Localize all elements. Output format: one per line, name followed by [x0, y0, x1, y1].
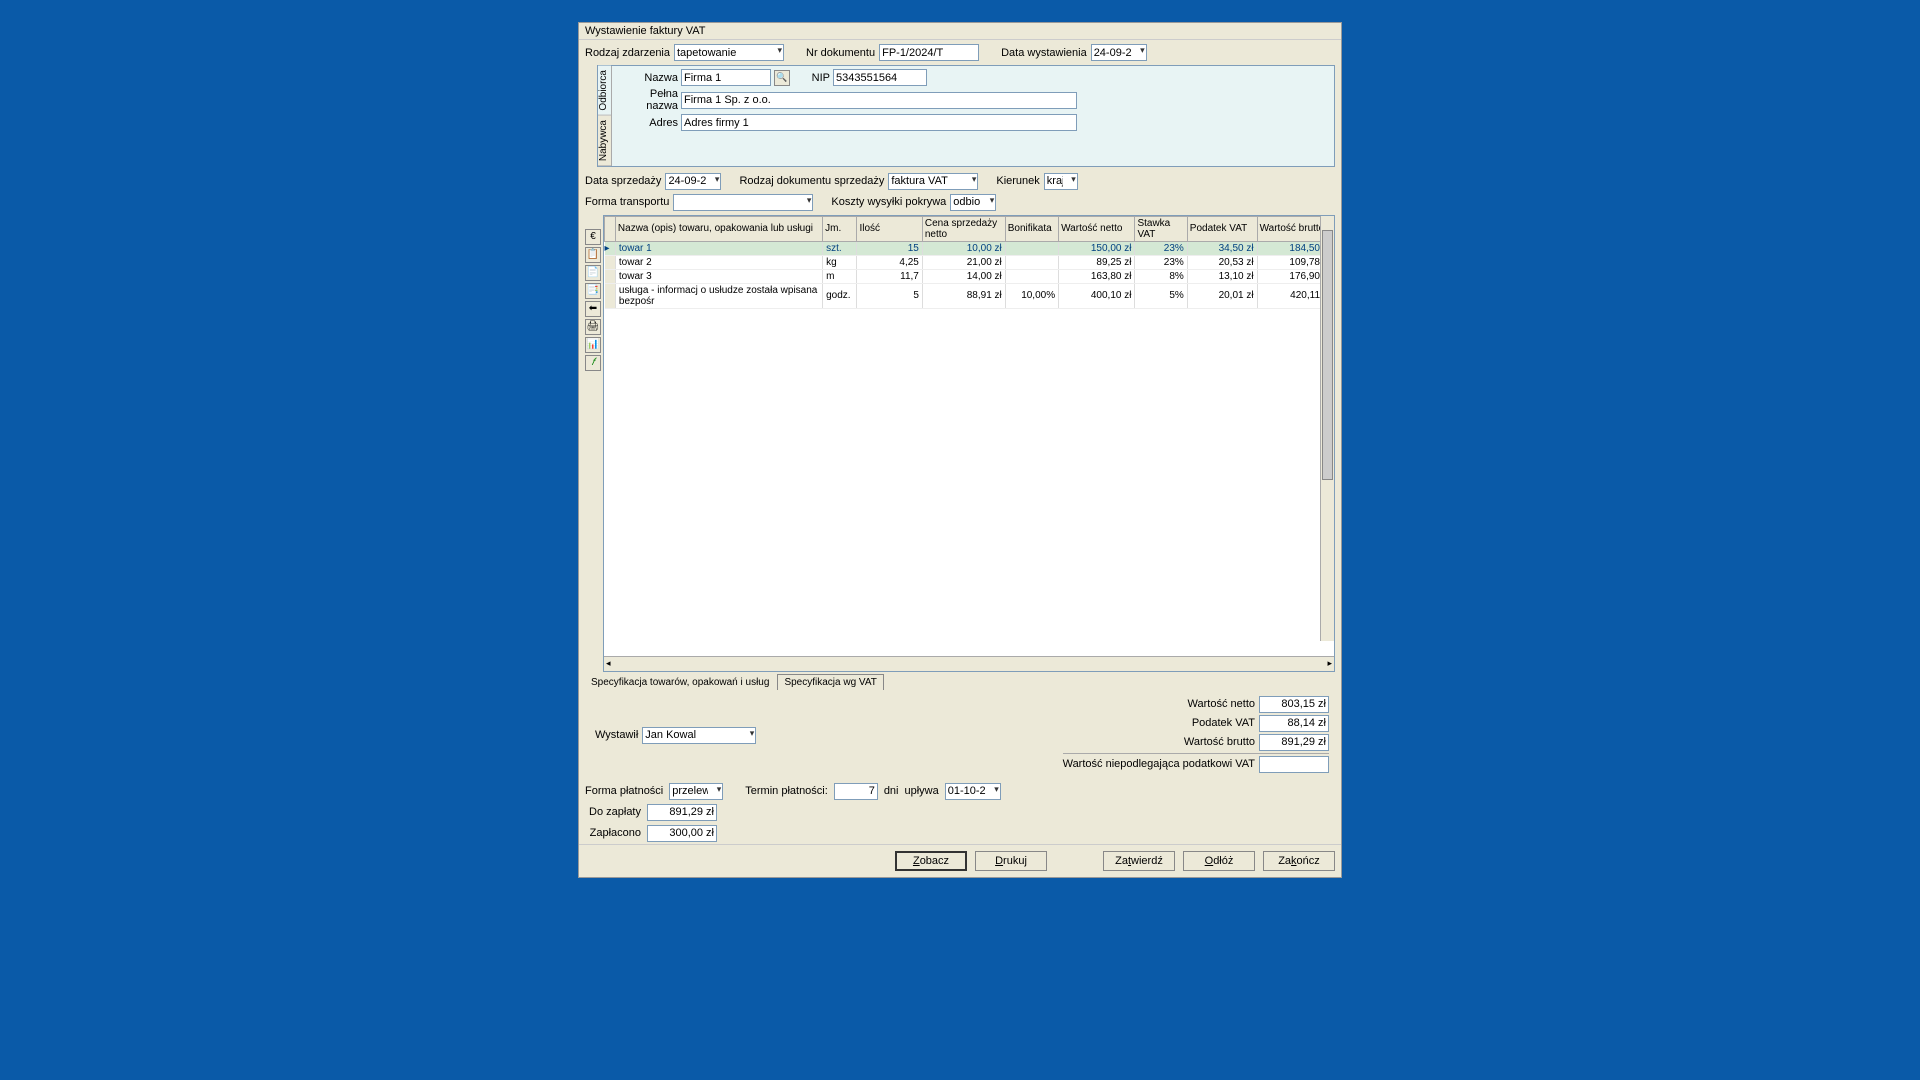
total-exempt-value: [1259, 756, 1329, 773]
payment-term-label: Termin płatności:: [745, 785, 828, 797]
tab-odbiorca[interactable]: Odbiorca: [598, 66, 611, 116]
tool-2-icon[interactable]: 📋: [585, 247, 601, 263]
col-net[interactable]: Wartość netto: [1059, 216, 1135, 241]
total-exempt-label: Wartość niepodlegająca podatkowi VAT: [1063, 758, 1255, 770]
col-name[interactable]: Nazwa (opis) towaru, opakowania lub usłu…: [615, 216, 822, 241]
direction-combo[interactable]: [1044, 173, 1078, 190]
total-vat-value: [1259, 715, 1329, 732]
issuer-combo[interactable]: [642, 727, 756, 744]
currency-tool-icon[interactable]: €: [585, 229, 601, 245]
address-label: Adres: [618, 117, 678, 129]
days-label: dni: [884, 785, 899, 797]
issue-date-input[interactable]: [1091, 44, 1147, 61]
doc-number-label: Nr dokumentu: [806, 47, 875, 59]
col-vat-tax[interactable]: Podatek VAT: [1187, 216, 1257, 241]
nip-input[interactable]: [833, 69, 927, 86]
side-toolbar: € 📋 📄 📑 ⬅ 🖨 📊 𝑓: [585, 215, 603, 672]
approve-button[interactable]: Zatwierdź: [1103, 851, 1175, 871]
tool-6-icon[interactable]: 🖨: [585, 319, 601, 335]
address-input[interactable]: [681, 114, 1077, 131]
preview-button[interactable]: Zobacz: [895, 851, 967, 871]
transport-label: Forma transportu: [585, 196, 669, 208]
shipping-cost-label: Koszty wysyłki pokrywa: [831, 196, 946, 208]
expires-date-input[interactable]: [945, 783, 1001, 800]
postpone-button[interactable]: Odłóż: [1183, 851, 1255, 871]
total-gross-label: Wartość brutto: [1184, 736, 1255, 748]
direction-label: Kierunek: [996, 175, 1039, 187]
tool-7-icon[interactable]: 📊: [585, 337, 601, 353]
col-vat-rate[interactable]: Stawka VAT: [1135, 216, 1187, 241]
window-title: Wystawienie faktury VAT: [579, 23, 1341, 40]
name-label: Nazwa: [618, 72, 678, 84]
total-net-label: Wartość netto: [1188, 698, 1255, 710]
shipping-cost-combo[interactable]: [950, 194, 996, 211]
close-button[interactable]: Zakończ: [1263, 851, 1335, 871]
customer-panel: Odbiorca Nabywca Nazwa 🔍 NIP Pełna nazwa…: [597, 65, 1335, 167]
scroll-right-icon[interactable]: ▸: [1327, 658, 1332, 669]
invoice-window: Wystawienie faktury VAT Rodzaj zdarzenia…: [578, 22, 1342, 878]
event-type-label: Rodzaj zdarzenia: [585, 47, 670, 59]
event-type-combo[interactable]: [674, 44, 784, 61]
fullname-input[interactable]: [681, 92, 1077, 109]
to-pay-label: Do zapłaty: [585, 806, 641, 818]
table-row[interactable]: towar 2 kg 4,25 21,00 zł 89,25 zł 23% 20…: [605, 255, 1334, 269]
tab-nabywca[interactable]: Nabywca: [598, 116, 611, 166]
sale-date-input[interactable]: [665, 173, 721, 190]
payment-form-combo[interactable]: [669, 783, 723, 800]
horizontal-scrollbar[interactable]: ◂ ▸: [604, 656, 1334, 671]
total-gross-value: [1259, 734, 1329, 751]
sale-doc-type-combo[interactable]: [888, 173, 978, 190]
scroll-left-icon[interactable]: ◂: [606, 658, 611, 669]
table-row[interactable]: towar 3 m 11,7 14,00 zł 163,80 zł 8% 13,…: [605, 269, 1334, 283]
expires-label: upływa: [905, 785, 939, 797]
col-discount[interactable]: Bonifikata: [1005, 216, 1058, 241]
sale-doc-type-label: Rodzaj dokumentu sprzedaży: [739, 175, 884, 187]
nip-label: NIP: [806, 72, 830, 84]
sale-date-label: Data sprzedaży: [585, 175, 661, 187]
name-input[interactable]: [681, 69, 771, 86]
items-grid[interactable]: Nazwa (opis) towaru, opakowania lub usłu…: [603, 215, 1335, 672]
doc-number-input[interactable]: [879, 44, 979, 61]
issue-date-label: Data wystawienia: [1001, 47, 1087, 59]
tool-3-icon[interactable]: 📄: [585, 265, 601, 281]
tool-4-icon[interactable]: 📑: [585, 283, 601, 299]
paid-input[interactable]: [647, 825, 717, 842]
paid-label: Zapłacono: [585, 827, 641, 839]
tab-spec-vat[interactable]: Specyfikacja wg VAT: [777, 674, 883, 690]
total-net-value: [1259, 696, 1329, 713]
transport-combo[interactable]: [673, 194, 813, 211]
vertical-scrollbar[interactable]: [1320, 216, 1334, 641]
tool-5-icon[interactable]: ⬅: [585, 301, 601, 317]
tab-spec-items[interactable]: Specyfikacja towarów, opakowań i usług: [585, 675, 775, 690]
table-row[interactable]: ▸ towar 1 szt. 15 10,00 zł 150,00 zł 23%…: [605, 241, 1334, 255]
print-button[interactable]: Drukuj: [975, 851, 1047, 871]
tool-8-icon[interactable]: 𝑓: [585, 355, 601, 371]
total-vat-label: Podatek VAT: [1192, 717, 1255, 729]
issuer-label: Wystawił: [595, 729, 638, 741]
col-unit[interactable]: Jm.: [823, 216, 857, 241]
payment-form-label: Forma płatności: [585, 785, 663, 797]
search-customer-icon[interactable]: 🔍: [774, 70, 790, 86]
fullname-label: Pełna nazwa: [618, 88, 678, 112]
payment-term-input[interactable]: [834, 783, 878, 800]
col-price[interactable]: Cena sprzedaży netto: [922, 216, 1005, 241]
col-qty[interactable]: Ilość: [857, 216, 922, 241]
table-row[interactable]: usługa - informacj o usłudze została wpi…: [605, 283, 1334, 308]
to-pay-input: [647, 804, 717, 821]
